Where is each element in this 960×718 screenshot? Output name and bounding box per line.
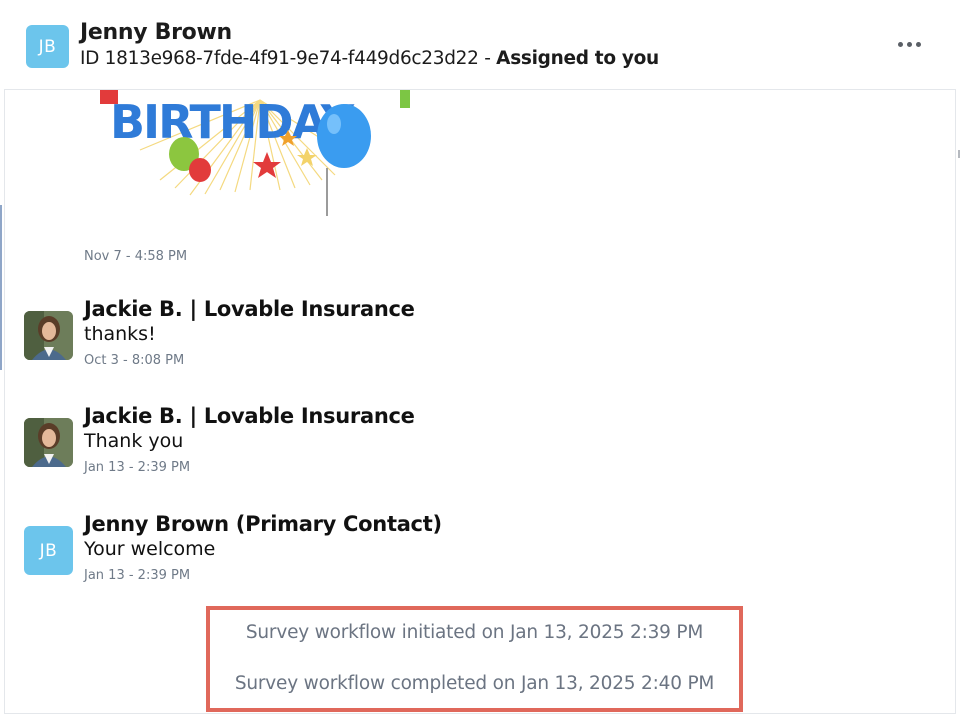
message-text: Your welcome xyxy=(84,538,216,560)
contact-avatar[interactable]: JB xyxy=(24,526,73,575)
contact-avatar[interactable]: JB xyxy=(26,25,69,68)
assignment-status: Assigned to you xyxy=(496,48,659,69)
message-text: Thank you xyxy=(84,430,184,452)
message-sender: Jackie B. | Lovable Insurance xyxy=(84,404,415,428)
survey-initiated-event: Survey workflow initiated on Jan 13, 202… xyxy=(245,622,704,643)
message-timestamp: Jan 13 - 2:39 PM xyxy=(84,460,191,475)
birthday-gif-image[interactable]: BIRTHDAY xyxy=(100,90,420,218)
message-timestamp: Oct 3 - 8:08 PM xyxy=(84,353,185,368)
more-options-icon[interactable] xyxy=(894,34,924,54)
contact-name[interactable]: Jenny Brown xyxy=(80,20,232,45)
message-sender: Jackie B. | Lovable Insurance xyxy=(84,297,415,321)
message-timestamp: Jan 13 - 2:39 PM xyxy=(84,568,191,583)
gif-timestamp: Nov 7 - 4:58 PM xyxy=(84,249,188,264)
conversation-meta: ID 1813e968-7fde-4f91-9e74-f449d6c23d22 … xyxy=(80,48,659,69)
survey-completed-event: Survey workflow completed on Jan 13, 202… xyxy=(234,673,715,694)
conversation-id: ID 1813e968-7fde-4f91-9e74-f449d6c23d22 … xyxy=(80,48,491,69)
survey-events-highlight: Survey workflow initiated on Jan 13, 202… xyxy=(206,606,743,712)
message-sender: Jenny Brown (Primary Contact) xyxy=(84,512,442,536)
agent-avatar[interactable] xyxy=(24,418,73,467)
message-text: thanks! xyxy=(84,323,156,345)
left-panel-edge xyxy=(0,205,2,370)
conversation-header: JB Jenny Brown ID 1813e968-7fde-4f91-9e7… xyxy=(4,4,956,90)
agent-avatar[interactable] xyxy=(24,311,73,360)
